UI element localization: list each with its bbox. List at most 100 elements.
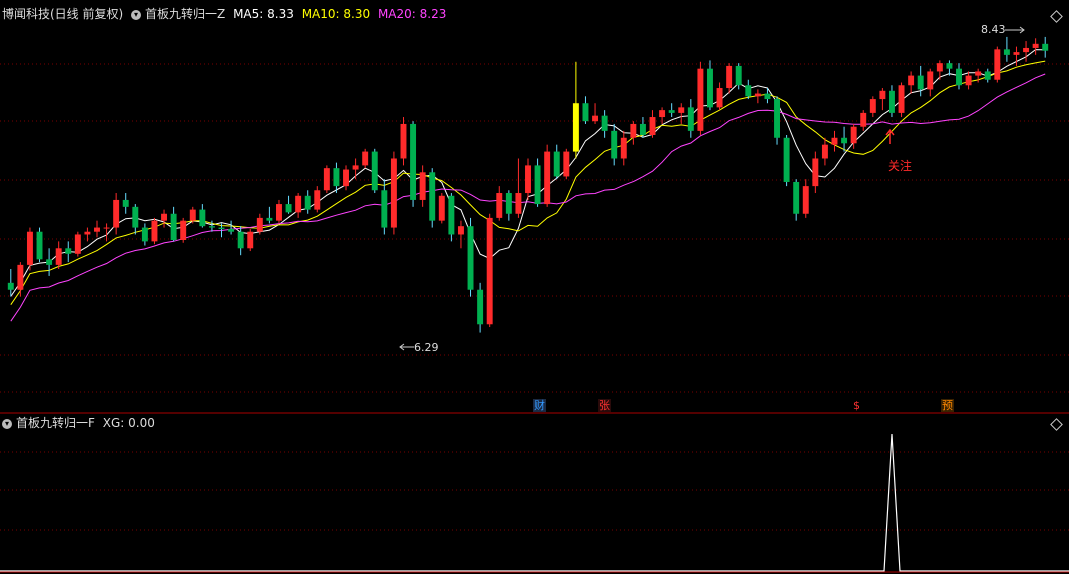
candle[interactable] — [180, 217, 187, 243]
candle[interactable] — [295, 193, 302, 218]
candle[interactable] — [343, 165, 349, 191]
candle[interactable] — [371, 148, 378, 194]
candle[interactable] — [55, 241, 62, 270]
candle[interactable] — [860, 110, 867, 131]
stock-title[interactable]: 博闻科技(日线 前复权) — [2, 7, 123, 21]
candle[interactable] — [477, 282, 484, 333]
candle[interactable] — [620, 130, 627, 166]
candle[interactable] — [745, 79, 752, 100]
candle[interactable] — [1023, 41, 1030, 62]
candle[interactable] — [429, 168, 436, 228]
event-badge-limit[interactable]: 张 — [598, 399, 611, 412]
candle[interactable] — [687, 99, 694, 138]
candle[interactable] — [362, 148, 369, 169]
candle[interactable] — [936, 60, 943, 80]
candle[interactable] — [563, 148, 570, 180]
candle[interactable] — [572, 61, 579, 159]
candle[interactable] — [534, 158, 541, 207]
candle[interactable] — [697, 61, 704, 135]
candle[interactable] — [707, 60, 713, 111]
candle[interactable] — [668, 103, 675, 118]
candle[interactable] — [917, 65, 924, 97]
candle[interactable] — [783, 135, 790, 187]
candle[interactable] — [908, 71, 915, 94]
candle[interactable] — [228, 220, 235, 235]
candle[interactable] — [400, 117, 407, 166]
candle[interactable] — [1032, 38, 1039, 55]
collapse-icon[interactable]: ▾ — [131, 9, 142, 20]
candle[interactable] — [831, 130, 838, 152]
candle[interactable] — [276, 199, 282, 224]
candle[interactable] — [592, 103, 599, 124]
candle[interactable] — [515, 158, 522, 218]
candle[interactable] — [467, 217, 474, 297]
candle[interactable] — [553, 144, 560, 180]
candle[interactable] — [352, 158, 359, 180]
event-badge-finance[interactable]: 财 — [533, 399, 546, 412]
candle[interactable] — [525, 158, 531, 200]
candle[interactable] — [582, 96, 589, 124]
candle[interactable] — [754, 89, 761, 104]
candle[interactable] — [74, 231, 81, 257]
candle[interactable] — [841, 126, 848, 152]
candle[interactable] — [410, 121, 417, 207]
candle[interactable] — [1003, 36, 1010, 62]
candle[interactable] — [419, 165, 426, 207]
candle[interactable] — [46, 248, 53, 276]
candle[interactable] — [314, 186, 321, 213]
candle[interactable] — [122, 193, 129, 214]
candle[interactable] — [965, 71, 972, 90]
candle[interactable] — [1042, 36, 1049, 58]
candle[interactable] — [956, 63, 962, 90]
candle[interactable] — [323, 165, 330, 194]
candle[interactable] — [994, 46, 1001, 83]
candle[interactable] — [802, 179, 809, 218]
candle[interactable] — [17, 262, 24, 297]
candle[interactable] — [170, 206, 177, 242]
candle[interactable] — [946, 60, 953, 76]
candle[interactable] — [927, 68, 934, 97]
candle[interactable] — [390, 151, 397, 235]
candle[interactable] — [812, 151, 819, 194]
candle[interactable] — [879, 88, 886, 111]
candle[interactable] — [649, 110, 656, 138]
candle[interactable] — [256, 213, 263, 235]
candle[interactable] — [486, 213, 493, 328]
candle[interactable] — [304, 190, 311, 214]
sub-indicator-name[interactable]: 首板九转归一F — [16, 416, 95, 430]
candle[interactable] — [113, 193, 120, 235]
candle[interactable] — [716, 82, 723, 111]
candle[interactable] — [496, 186, 503, 221]
candle[interactable] — [869, 96, 876, 118]
candle[interactable] — [26, 227, 33, 271]
candle[interactable] — [84, 227, 91, 242]
event-badge-dollar[interactable]: $ — [852, 399, 861, 412]
candle[interactable] — [774, 96, 780, 145]
chart-stage[interactable] — [0, 0, 1069, 574]
candle[interactable] — [132, 204, 139, 235]
collapse-icon-sub[interactable]: ▾ — [2, 418, 12, 429]
candlestick-series[interactable] — [7, 36, 1049, 333]
candle[interactable] — [266, 206, 273, 224]
event-badge-forecast[interactable]: 预 — [941, 399, 954, 412]
candle[interactable] — [821, 137, 828, 166]
candle[interactable] — [888, 85, 895, 118]
candle[interactable] — [36, 227, 43, 263]
candle[interactable] — [151, 217, 158, 245]
candle[interactable] — [630, 121, 637, 145]
candle[interactable] — [285, 195, 292, 214]
main-indicator-name[interactable]: 首板九转归一Z — [145, 7, 225, 21]
candle[interactable] — [544, 144, 551, 207]
candle[interactable] — [601, 110, 608, 138]
candle[interactable] — [94, 220, 100, 238]
candle[interactable] — [65, 241, 72, 263]
candle[interactable] — [678, 103, 685, 124]
candle[interactable] — [984, 68, 991, 83]
candle[interactable] — [448, 193, 455, 242]
candle[interactable] — [381, 179, 388, 235]
candle[interactable] — [438, 193, 445, 224]
candle[interactable] — [141, 223, 148, 246]
candle[interactable] — [247, 228, 254, 252]
candle[interactable] — [457, 220, 464, 249]
candle[interactable] — [505, 190, 512, 221]
